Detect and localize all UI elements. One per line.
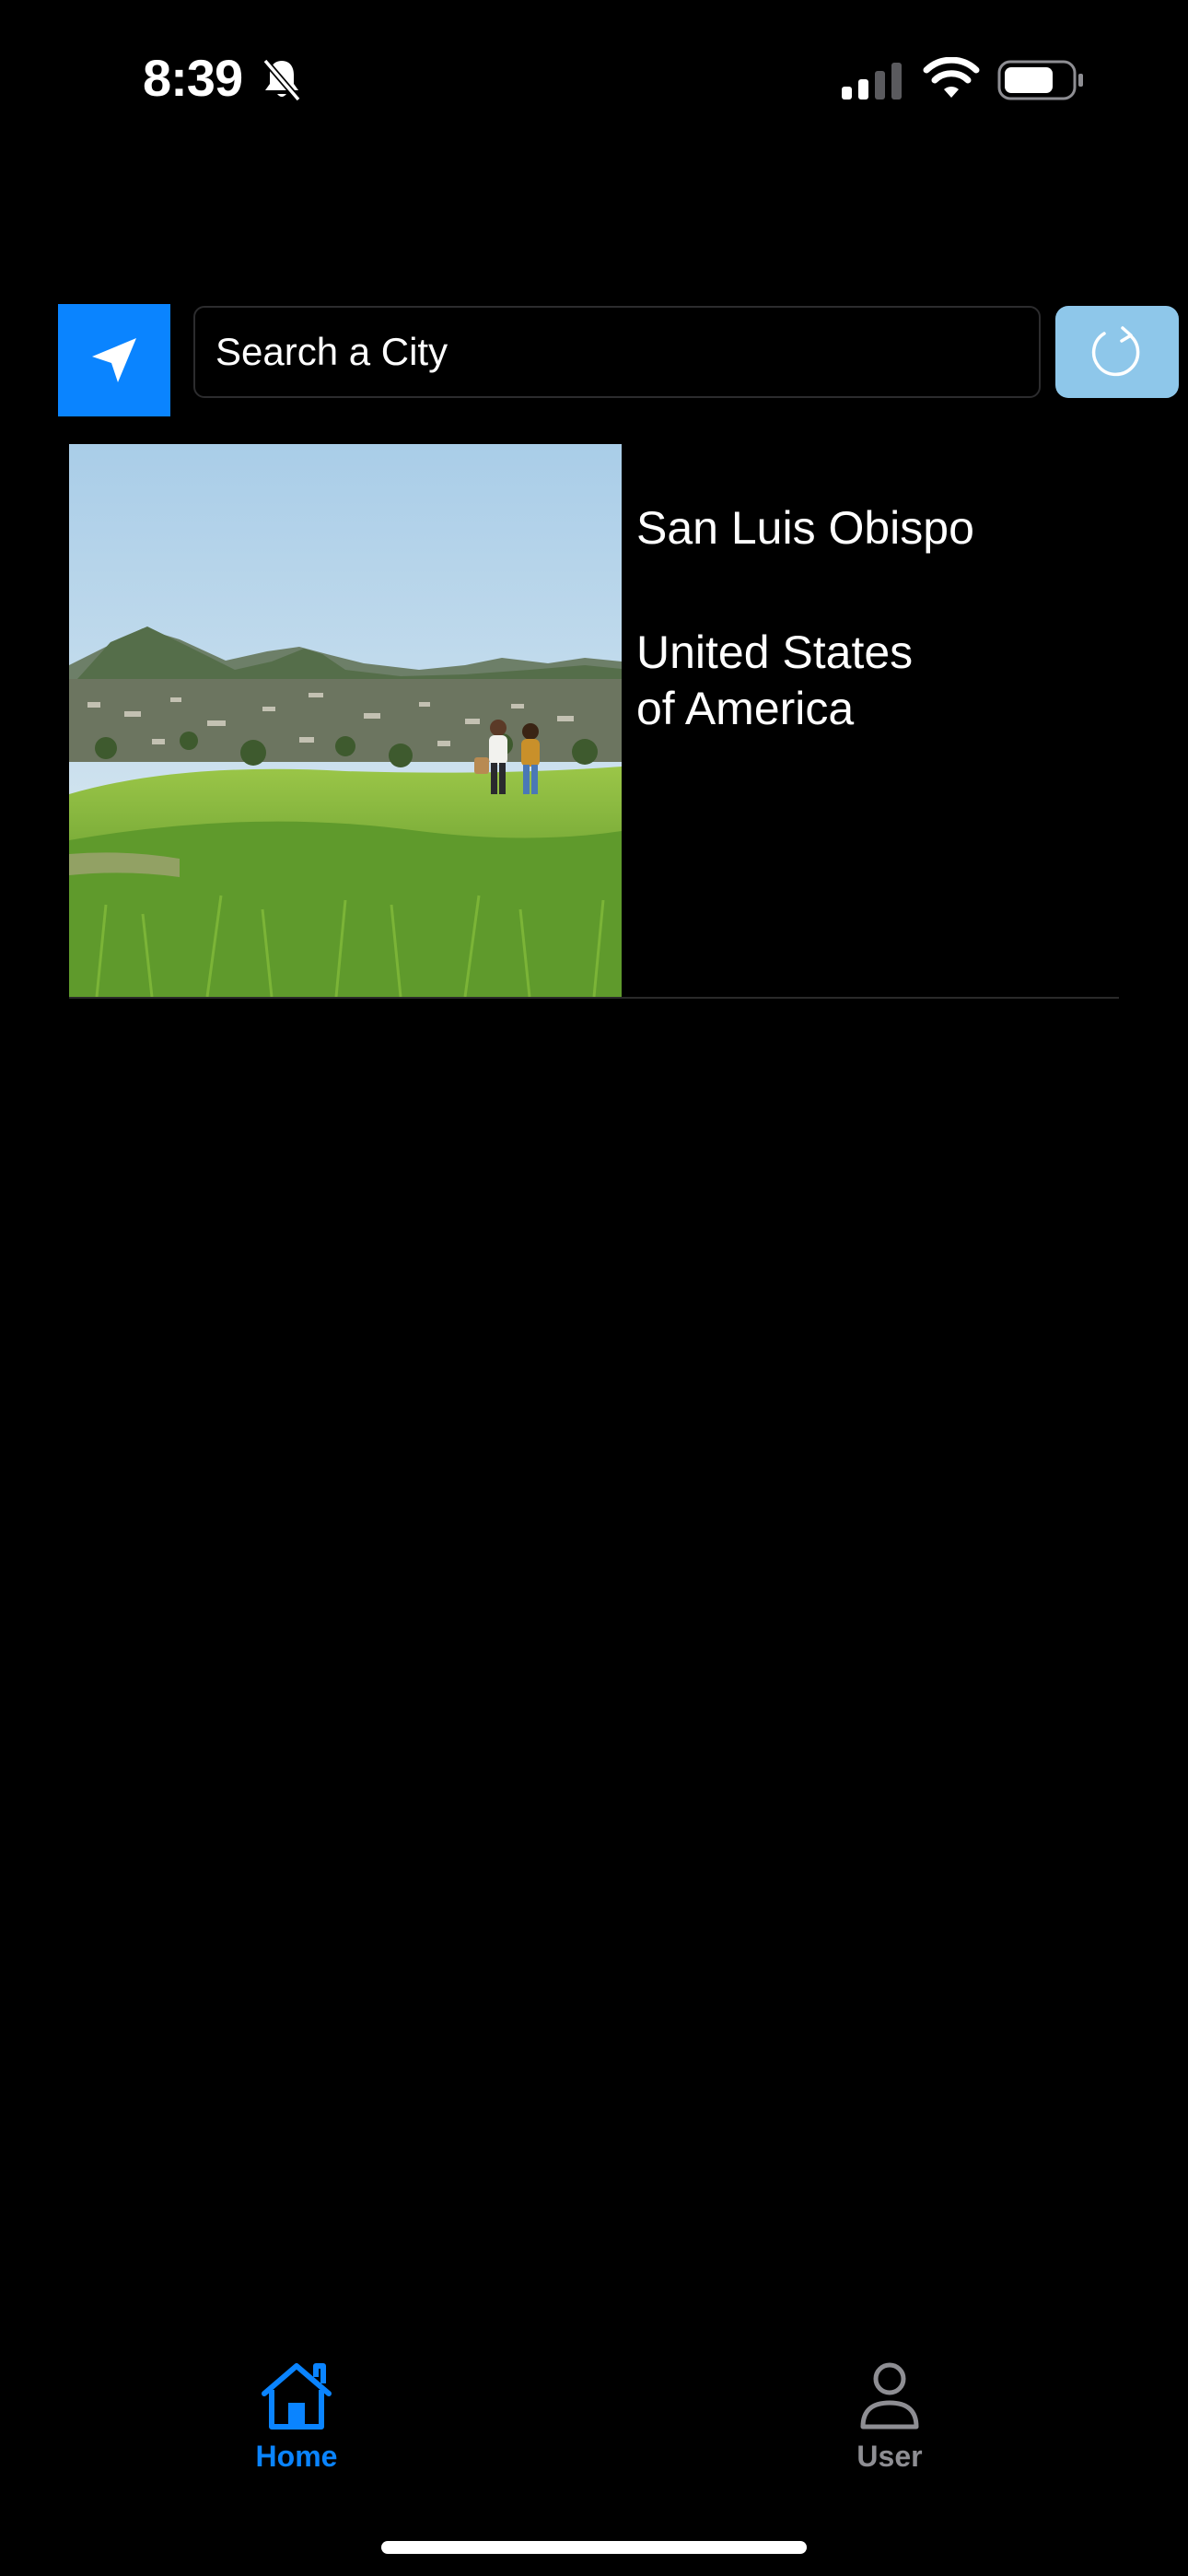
status-time: 8:39 [143, 49, 243, 107]
city-card[interactable]: San Luis Obispo United States of America [69, 444, 1119, 999]
cellular-signal-icon [842, 63, 902, 100]
home-indicator[interactable] [381, 2541, 807, 2554]
status-bar: 8:39 [0, 0, 1188, 161]
location-arrow-icon [92, 338, 136, 382]
city-photo [69, 444, 622, 997]
city-country: United States of America [636, 626, 914, 734]
bell-slash-icon [262, 58, 301, 102]
city-name: San Luis Obispo [636, 502, 974, 554]
search-input[interactable] [193, 306, 1041, 398]
tab-home[interactable]: Home [204, 2359, 389, 2488]
wifi-icon [923, 57, 980, 98]
person-icon [860, 2362, 919, 2430]
battery-icon [997, 60, 1083, 100]
tab-home-label: Home [255, 2440, 338, 2473]
refresh-button[interactable] [1055, 306, 1179, 398]
tab-user[interactable]: User [798, 2359, 982, 2488]
refresh-icon [1091, 326, 1140, 377]
tab-bar: Home User [0, 2340, 1188, 2506]
house-icon [262, 2363, 332, 2430]
locate-button[interactable] [58, 304, 170, 416]
tab-user-label: User [856, 2440, 923, 2473]
